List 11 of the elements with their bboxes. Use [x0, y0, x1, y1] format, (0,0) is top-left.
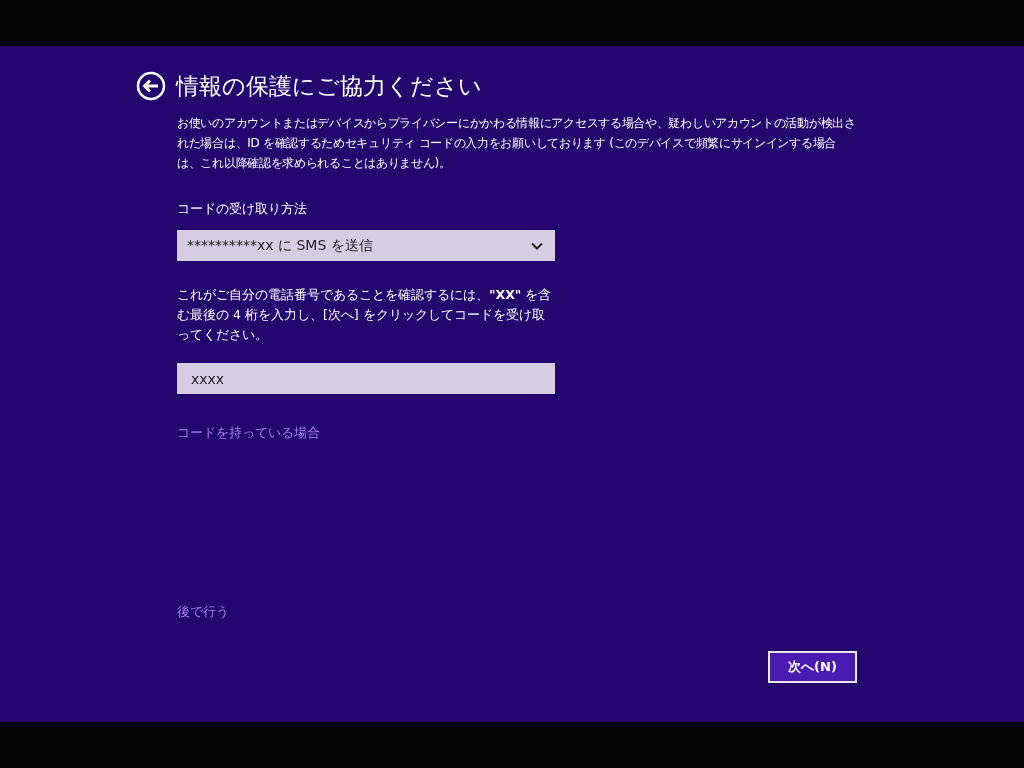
description-text: お使いのアカウントまたはデバイスからプライバシーにかかわる情報にアクセスする場合や、疑わしいアカウントの活動が検出された場合は、ID を確認するためセキュリティ コードの入力をお願いしております (このデバイスで頻繁にサインインする場合は、これ以降確認を求められることはありません)。	[177, 115, 857, 172]
later-link[interactable]: 後で行う	[177, 604, 229, 621]
digits-input-field[interactable]: xxxx	[177, 363, 555, 394]
instruction-text: これがご自分の電話番号であることを確認するには、"XX" を含む最後の 4 桁を入力し、[次へ] をクリックしてコードを受け取ってください。	[177, 286, 553, 344]
page-title: 情報の保護にご協力ください	[176, 71, 482, 101]
next-button[interactable]: 次へ(N)	[768, 651, 857, 683]
method-label: コードの受け取り方法	[177, 201, 308, 218]
back-button[interactable]	[136, 71, 166, 101]
method-dropdown[interactable]: **********xx に SMS を送信	[177, 230, 555, 261]
have-code-link[interactable]: コードを持っている場合	[177, 425, 320, 442]
chevron-down-icon	[531, 241, 543, 250]
